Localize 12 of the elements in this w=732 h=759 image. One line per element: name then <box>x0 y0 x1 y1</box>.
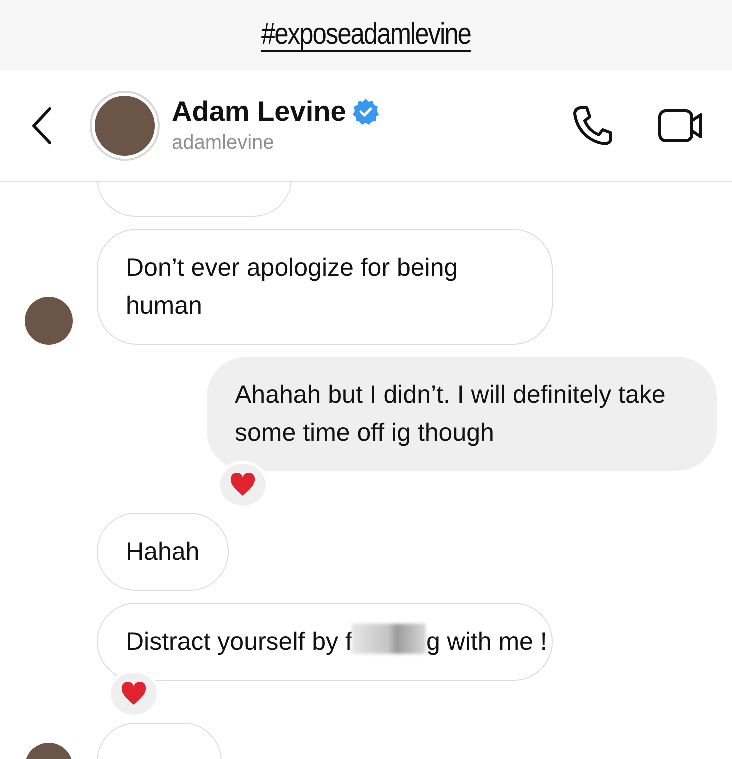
profile-avatar[interactable] <box>90 90 160 160</box>
sender-avatar[interactable] <box>25 297 73 345</box>
message-bubble: Don’t ever apologize for being human <box>97 229 553 345</box>
phone-icon[interactable] <box>572 104 614 146</box>
back-icon[interactable] <box>30 106 54 146</box>
hashtag-title: #exposeadamlevine <box>261 18 471 52</box>
video-camera-icon[interactable] <box>658 108 704 142</box>
heart-icon <box>230 473 256 497</box>
heart-icon <box>121 682 147 706</box>
contact-username: adamlevine <box>172 132 276 155</box>
message-bubble: Hahah <box>97 513 229 591</box>
contact-name: Adam Levine <box>172 96 346 128</box>
